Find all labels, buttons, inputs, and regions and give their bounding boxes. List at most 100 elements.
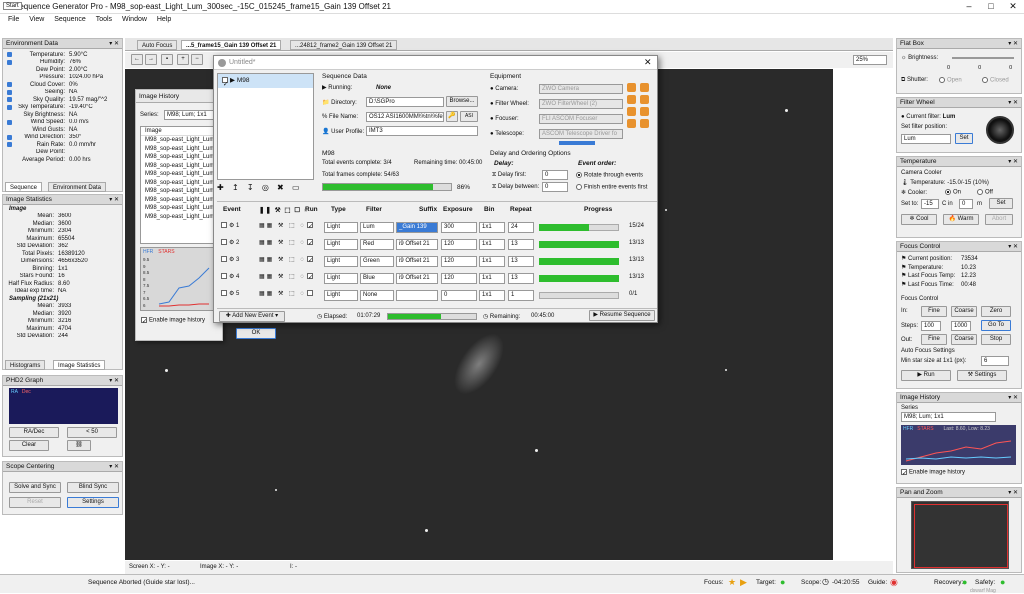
rotate-radio[interactable]: Rotate through events: [576, 172, 643, 179]
in-fine-button[interactable]: Fine: [921, 306, 947, 317]
focuser-connect-icon[interactable]: [627, 107, 636, 116]
filter-select[interactable]: Blue: [360, 273, 394, 284]
focuser-settings-icon[interactable]: [640, 107, 649, 116]
save-icon[interactable]: ▪: [161, 54, 173, 65]
goto-button[interactable]: Go To: [981, 320, 1011, 331]
reset-button[interactable]: Reset: [9, 497, 61, 508]
maximize-button[interactable]: □: [982, 1, 1000, 11]
target-settings-icon[interactable]: ◎: [262, 183, 269, 192]
camera-connect-icon[interactable]: [627, 83, 636, 92]
bin-select[interactable]: 1x1: [479, 273, 505, 284]
solve-sync-button[interactable]: Solve and Sync: [9, 482, 61, 493]
suffix-input[interactable]: _Gain 139: [396, 222, 438, 233]
filter-select[interactable]: Green: [360, 256, 394, 267]
resume-sequence-button[interactable]: ▶ Resume Sequence: [589, 310, 655, 321]
abort-button[interactable]: Abort: [985, 214, 1013, 225]
closed-radio[interactable]: Closed: [982, 77, 1009, 84]
forward-icon[interactable]: →: [145, 54, 157, 65]
event-tool-icons[interactable]: ▦▦ ⚒ ⬚ ◌: [259, 222, 306, 233]
delay-between-input[interactable]: 0: [542, 182, 568, 192]
event-tool-icons[interactable]: ▦▦ ⚒ ⬚ ◌: [259, 239, 306, 250]
series-select-small[interactable]: M98; Lum; 1x1: [901, 412, 996, 422]
menu-help[interactable]: Help: [157, 14, 171, 25]
warm-button[interactable]: 🔥 Warm: [943, 214, 979, 225]
tab-histograms[interactable]: Histograms: [5, 360, 46, 370]
target-list[interactable]: ✓▶ M98: [217, 73, 314, 180]
close-button[interactable]: ✕: [1004, 1, 1022, 12]
scale-button[interactable]: < 50: [67, 427, 117, 438]
asi-icon[interactable]: ASI: [460, 111, 478, 122]
blind-sync-button[interactable]: Blind Sync: [67, 482, 119, 493]
add-target-icon[interactable]: ✚: [217, 183, 224, 192]
cooler-off-radio[interactable]: Off: [977, 189, 993, 196]
target-extra-icon[interactable]: ▭: [292, 183, 300, 192]
run-checkbox[interactable]: ✓: [307, 239, 315, 250]
tab-image-statistics[interactable]: Image Statistics: [53, 360, 106, 370]
run-focus-button[interactable]: ▶ Run: [901, 370, 951, 381]
filter-wheel-connect-icon[interactable]: [627, 95, 636, 104]
type-select[interactable]: Light: [324, 273, 358, 284]
list-item[interactable]: M98_sop-east_Light_Lum_: [141, 213, 219, 222]
run-checkbox[interactable]: [307, 290, 315, 301]
list-item[interactable]: M98_sop-east_Light_Lum_: [141, 196, 219, 205]
in-coarse-button[interactable]: Coarse: [951, 306, 977, 317]
set-temp-input[interactable]: -15: [921, 199, 939, 209]
radec-button[interactable]: RA/Dec: [9, 427, 59, 438]
cooler-on-radio[interactable]: On: [945, 189, 961, 196]
add-event-button[interactable]: ✚ Add New Event ▾: [219, 311, 285, 322]
target-item[interactable]: ✓▶ M98: [218, 74, 313, 88]
tab-auto-focus[interactable]: Auto Focus: [137, 40, 178, 50]
list-item[interactable]: M98_sop-east_Light_Lum_: [141, 204, 219, 213]
enable-history-small[interactable]: ✓ Enable image history: [901, 469, 965, 477]
finish-radio[interactable]: Finish entire events first: [576, 184, 647, 191]
delete-target-icon[interactable]: ✖: [277, 183, 284, 192]
link-icon[interactable]: ⛓: [67, 440, 91, 451]
move-down-icon[interactable]: ↧: [247, 183, 254, 192]
back-icon[interactable]: ←: [131, 54, 143, 65]
menu-view[interactable]: View: [29, 14, 44, 25]
directory-field[interactable]: D:\SGPro: [366, 97, 444, 107]
telescope-connect-icon[interactable]: [627, 119, 636, 128]
exposure-input[interactable]: 120: [441, 273, 477, 284]
filter-select[interactable]: Red: [360, 239, 394, 250]
exposure-input[interactable]: 120: [441, 256, 477, 267]
list-item[interactable]: M98_sop-east_Light_Lum_: [141, 170, 219, 179]
list-item[interactable]: M98_sop-east_Light_Lum_: [141, 162, 219, 171]
bin-select[interactable]: 1x1: [479, 290, 505, 301]
minimize-button[interactable]: –: [960, 1, 978, 11]
type-select[interactable]: Light: [324, 290, 358, 301]
ok-button[interactable]: OK: [236, 328, 276, 339]
image-history-list[interactable]: Image M98_sop-east_Light_Lum_ M98_sop-eas…: [140, 126, 220, 244]
zoom-out-icon[interactable]: −: [191, 54, 203, 65]
exposure-input[interactable]: 300: [441, 222, 477, 233]
run-checkbox[interactable]: ✓: [307, 273, 315, 284]
settings-button[interactable]: Settings: [67, 497, 119, 508]
camera-settings-icon[interactable]: [640, 83, 649, 92]
menu-window[interactable]: Window: [122, 14, 147, 25]
exposure-input[interactable]: 0: [441, 290, 477, 301]
clear-button[interactable]: Clear: [9, 440, 49, 451]
repeat-input[interactable]: 24: [508, 222, 534, 233]
coarse-steps-input[interactable]: 1000: [951, 321, 971, 331]
exposure-input[interactable]: 120: [441, 239, 477, 250]
user-profile-select[interactable]: IMT3: [366, 126, 478, 136]
pan-zoom-thumbnail[interactable]: [911, 501, 1009, 569]
open-radio[interactable]: Open: [939, 77, 962, 84]
run-checkbox[interactable]: ✓: [307, 222, 315, 233]
filter-wheel-settings-icon[interactable]: [640, 95, 649, 104]
out-fine-button[interactable]: Fine: [921, 334, 947, 345]
list-item[interactable]: M98_sop-east_Light_Lum_: [141, 179, 219, 188]
expand-chevron-icon[interactable]: [559, 141, 595, 145]
menu-sequence[interactable]: Sequence: [54, 14, 86, 25]
cin-input[interactable]: 0: [959, 199, 973, 209]
suffix-input[interactable]: [396, 290, 438, 301]
filter-select[interactable]: Lum: [901, 134, 951, 144]
repeat-input[interactable]: 13: [508, 256, 534, 267]
bin-select[interactable]: 1x1: [479, 222, 505, 233]
filter-select[interactable]: Lum: [360, 222, 394, 233]
min-star-input[interactable]: 6: [981, 356, 1009, 366]
stop-button[interactable]: Stop: [981, 334, 1011, 345]
repeat-input[interactable]: 1: [508, 290, 534, 301]
bin-select[interactable]: 1x1: [479, 256, 505, 267]
tab-frame15[interactable]: ...5_frame15_Gain 139 Offset 21: [181, 40, 282, 50]
